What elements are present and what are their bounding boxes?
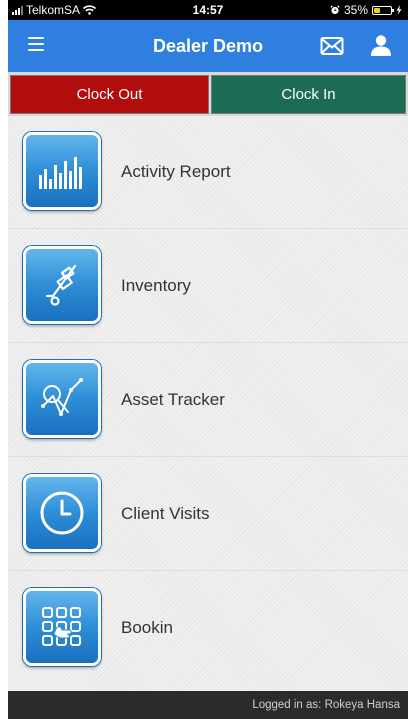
user-icon xyxy=(371,35,391,56)
clock-in-button[interactable]: Clock In xyxy=(211,75,406,114)
alarm-icon xyxy=(330,5,340,15)
menu-item-bookin[interactable]: Bookin xyxy=(8,572,408,685)
menu-item-label: Asset Tracker xyxy=(121,390,225,409)
charging-bolt-icon xyxy=(396,5,402,15)
bar-chart-icon xyxy=(39,157,82,189)
nav-bar: Dealer Demo xyxy=(8,20,408,72)
page-title: Dealer Demo xyxy=(152,36,264,56)
status-right: 35% xyxy=(330,3,402,17)
menu-item-label: Bookin xyxy=(121,618,173,637)
status-bar: TelkomSA 14:57 35% xyxy=(8,0,408,20)
user-profile-button[interactable] xyxy=(370,34,392,56)
app-screen: TelkomSA 14:57 35% Dealer Demo Clock Out… xyxy=(0,0,408,719)
asset-tracker-tile xyxy=(23,360,101,438)
menu-item-asset-tracker[interactable]: Asset Tracker xyxy=(8,344,408,457)
main-menu-list: Activity Report Inventory Asset Tracker … xyxy=(8,116,408,691)
menu-item-inventory[interactable]: Inventory xyxy=(8,230,408,343)
client-visits-tile xyxy=(23,474,101,552)
hamburger-menu-icon[interactable] xyxy=(28,37,44,51)
menu-item-label: Client Visits xyxy=(121,504,210,523)
menu-item-activity-report[interactable]: Activity Report xyxy=(8,116,408,229)
clock-out-button[interactable]: Clock Out xyxy=(10,75,209,114)
logged-in-status: Logged in as: Rokeya Hansa xyxy=(252,699,400,711)
battery-percent: 35% xyxy=(343,3,368,17)
grid-touch-icon xyxy=(42,607,81,646)
menu-item-label: Inventory xyxy=(121,276,191,295)
bookin-tile xyxy=(23,588,101,666)
battery-icon xyxy=(372,5,394,15)
inventory-tile xyxy=(23,246,101,324)
hand-truck-icon xyxy=(45,264,77,306)
activity-report-tile xyxy=(23,132,101,210)
mail-button[interactable] xyxy=(320,36,344,56)
footer-bar: Logged in as: Rokeya Hansa xyxy=(8,691,408,719)
menu-item-label: Activity Report xyxy=(121,162,231,181)
clock-button-row: Clock Out Clock In xyxy=(8,72,408,116)
magnifier-graph-icon xyxy=(41,378,83,416)
menu-item-client-visits[interactable]: Client Visits xyxy=(8,458,408,571)
battery-level-fill xyxy=(374,7,380,13)
clock-icon xyxy=(40,491,84,535)
mail-icon xyxy=(320,37,344,55)
